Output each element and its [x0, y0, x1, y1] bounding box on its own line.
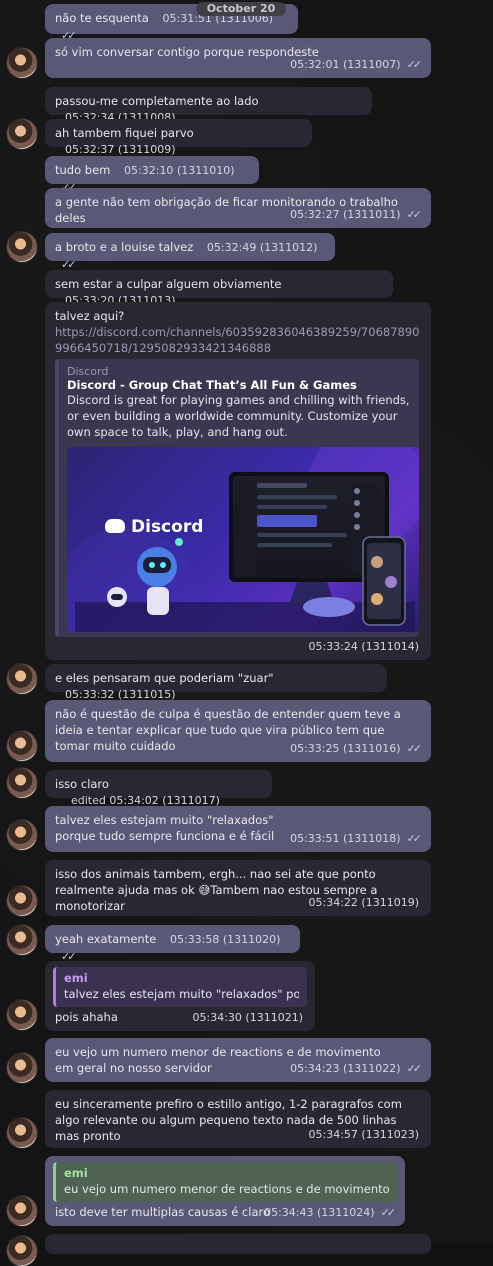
avatar[interactable]	[7, 48, 37, 78]
avatar[interactable]	[7, 1000, 37, 1030]
message-bubble[interactable]: talvez eles estejam muito "relaxados" po…	[45, 806, 431, 852]
reply-quote[interactable]: emi eu vejo um numero menor de reactions…	[53, 1162, 397, 1202]
avatar[interactable]	[7, 1118, 37, 1148]
message-time: 05:33:24 (1311014)	[308, 640, 419, 653]
message-bubble[interactable]: e eles pensaram que poderiam "zuar" 05:3…	[45, 664, 387, 701]
message-bubble[interactable]: emi talvez eles estejam muito "relaxados…	[45, 961, 315, 1031]
quote-text: eu vejo um numero menor de reactions e d…	[64, 1182, 389, 1196]
message-text: isso claro	[55, 777, 109, 791]
quote-author: emi	[64, 1166, 88, 1180]
message-bubble[interactable]: passou-me completamente ao lado 05:32:34…	[45, 87, 372, 124]
message-bubble[interactable]: eu sinceramente prefiro o estillo antigo…	[45, 1090, 431, 1148]
message-time: 05:32:10 (1311010)	[124, 164, 235, 177]
message-bubble[interactable]: isso claro edited 05:34:02 (1311017)	[45, 770, 272, 807]
message-text: sem estar a culpar alguem obviamente	[55, 277, 282, 291]
message-time: 05:33:51 (1311018) ✓✓	[290, 832, 423, 845]
message-bubble[interactable]: não é questão de culpa é questão de ente…	[45, 700, 431, 762]
message-bubble[interactable]: emi eu vejo um numero menor de reactions…	[45, 1156, 405, 1226]
link-embed[interactable]: Discord Discord - Group Chat That’s All …	[55, 359, 419, 637]
discord-logo: Discord	[105, 517, 203, 537]
message-text: e eles pensaram que poderiam "zuar"	[55, 671, 274, 685]
avatar[interactable]	[7, 1053, 37, 1083]
avatar[interactable]	[7, 731, 37, 761]
message-text: ah tambem fiquei parvo	[55, 126, 194, 140]
message-text: pois ahaha	[55, 1010, 118, 1024]
embed-site-name[interactable]: Discord	[67, 365, 411, 378]
quote-author: emi	[64, 971, 88, 985]
grin-emoji-icon: 😅	[198, 883, 211, 897]
message-bubble[interactable]: ah tambem fiquei parvo 05:32:37 (1311009…	[45, 119, 312, 156]
reply-quote[interactable]: emi talvez eles estejam muito "relaxados…	[53, 967, 307, 1007]
read-check-icon: ✓✓	[406, 742, 423, 755]
message-link[interactable]: https://discord.com/channels/60359283604…	[55, 324, 421, 356]
quote-text: talvez eles estejam muito "relaxados" po…	[64, 987, 299, 1001]
message-time: 05:34:57 (1311023)	[308, 1128, 419, 1141]
message-text: talvez aqui?	[55, 309, 125, 323]
message-time: 05:32:49 (1311012)	[206, 241, 318, 254]
message-bubble[interactable]: sem estar a culpar alguem obviamente 05:…	[45, 270, 393, 307]
avatar[interactable]	[7, 886, 37, 916]
message-text: isto deve ter multiplas causas é claro	[55, 1205, 270, 1219]
avatar[interactable]	[7, 119, 37, 149]
read-check-icon: ✓✓	[380, 1206, 397, 1219]
message-time: 05:34:43 (1311024) ✓✓	[264, 1206, 397, 1219]
message-time: 05:32:37 (1311009)	[65, 143, 176, 156]
message-bubble[interactable]: a gente não tem obrigação de ficar monit…	[45, 188, 431, 228]
message-time: 05:32:01 (1311007) ✓✓	[290, 58, 423, 71]
message-bubble[interactable]: só vim conversar contigo porque responde…	[45, 38, 431, 78]
message-text: yeah exatamente	[55, 932, 157, 946]
message-time: 05:32:27 (1311011) ✓✓	[290, 208, 423, 221]
message-bubble[interactable]: isso dos animais tambem, ergh... nao sei…	[45, 860, 431, 916]
discord-icon	[105, 519, 125, 533]
avatar[interactable]	[7, 1196, 37, 1226]
date-pill: October 20	[196, 2, 286, 16]
message-text: a broto e a louise talvez	[55, 240, 194, 254]
embed-image[interactable]: Discord	[67, 447, 419, 632]
read-check-icon: ✓✓	[406, 58, 423, 71]
message-time: 05:34:22 (1311019)	[308, 896, 419, 909]
avatar[interactable]	[7, 768, 37, 798]
avatar[interactable]	[7, 232, 37, 262]
read-check-icon: ✓✓	[406, 832, 423, 845]
message-bubble[interactable]: a broto e a louise talvez 05:32:49 (1311…	[45, 233, 335, 271]
avatar[interactable]	[7, 664, 37, 694]
message-bubble[interactable]: yeah exatamente 05:33:58 (1311020) ✓✓	[45, 925, 300, 963]
message-time: 05:33:58 (1311020)	[169, 933, 281, 946]
message-bubble[interactable]	[45, 1234, 431, 1254]
embed-title[interactable]: Discord - Group Chat That’s All Fun & Ga…	[67, 378, 411, 392]
embed-description: Discord is great for playing games and c…	[67, 393, 410, 439]
message-text: tudo bem	[55, 163, 111, 177]
message-text: passou-me completamente ao lado	[55, 94, 259, 108]
avatar[interactable]	[7, 925, 37, 955]
message-time: 05:33:25 (1311016) ✓✓	[290, 742, 423, 755]
message-text: não te esquenta	[55, 11, 149, 25]
read-check-icon: ✓✓	[406, 1062, 423, 1075]
message-time: 05:34:23 (1311022) ✓✓	[290, 1062, 423, 1075]
avatar[interactable]	[7, 1236, 37, 1266]
avatar[interactable]	[7, 820, 37, 850]
message-bubble[interactable]: eu vejo um numero menor de reactions e d…	[45, 1038, 431, 1082]
read-check-icon: ✓✓	[406, 208, 423, 221]
message-bubble[interactable]: tudo bem 05:32:10 (1311010) ✓✓	[45, 156, 259, 194]
discord-illustration	[67, 447, 419, 632]
message-time: 05:34:30 (1311021)	[192, 1011, 303, 1024]
